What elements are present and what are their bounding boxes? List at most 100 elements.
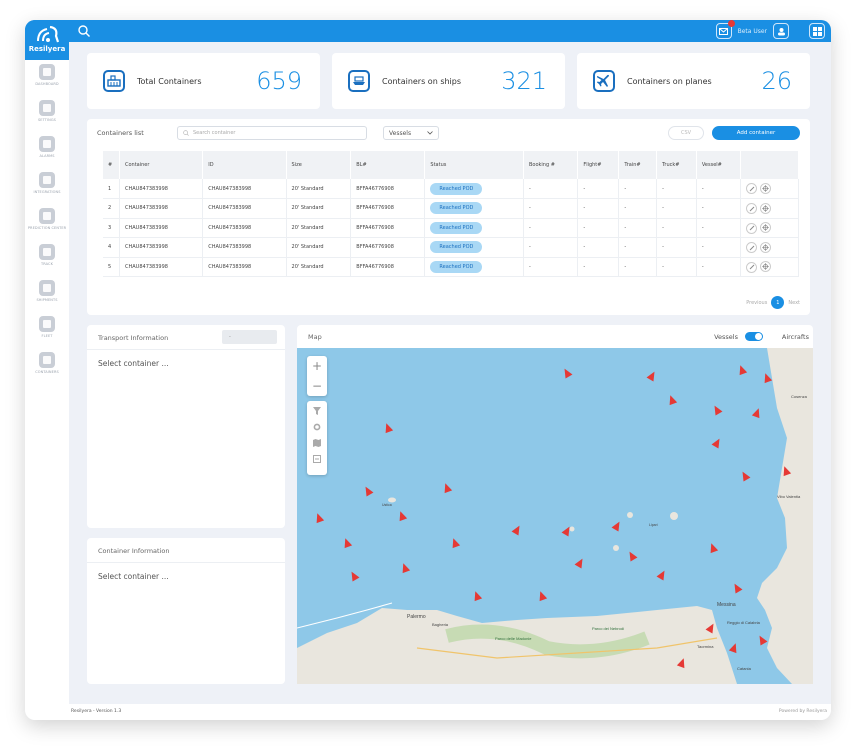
messages-button[interactable] <box>715 20 735 39</box>
chevron-down-icon <box>427 131 433 135</box>
map-tools <box>307 401 327 475</box>
island <box>627 512 633 518</box>
place-label: Lipari <box>649 523 658 527</box>
previous-link[interactable]: Previous <box>746 300 767 306</box>
table-cell: - <box>696 179 742 199</box>
search-icon[interactable] <box>77 24 91 38</box>
column-header[interactable]: Container <box>119 151 204 179</box>
add-container-button[interactable]: Add container <box>712 126 800 140</box>
table-cell: CHAU847383998 <box>119 179 204 199</box>
edit-icon[interactable] <box>746 203 758 214</box>
shipments-icon <box>39 280 55 296</box>
footer: Resilyera - Version 1.3 Powered by Resil… <box>69 704 831 720</box>
place-label: Cosenza <box>791 394 808 399</box>
table-cell: - <box>618 257 658 277</box>
locate-icon[interactable] <box>760 182 772 194</box>
sidebar-item-settings[interactable]: SETTINGS <box>25 96 69 132</box>
table-cell: - <box>656 257 697 277</box>
stat-value: 321 <box>501 67 547 95</box>
stat-value: 26 <box>761 67 792 95</box>
edit-icon[interactable] <box>746 261 758 273</box>
zoom-controls: + − <box>307 356 327 396</box>
table-cell: 20' Standard <box>286 198 352 219</box>
table-cell: - <box>523 198 579 219</box>
table-cell: - <box>696 257 742 277</box>
edit-icon[interactable] <box>746 242 758 253</box>
container-info-title: Container Information <box>98 547 170 555</box>
map-layers-icon[interactable] <box>313 439 321 447</box>
brand-name: Resilyera <box>28 45 66 53</box>
sidebar-item-fleet[interactable]: FLEET <box>25 312 69 348</box>
table-cell: - <box>523 218 579 238</box>
logo-icon <box>37 25 60 43</box>
table-cell: BFFA46776908 <box>350 257 426 277</box>
edit-icon[interactable] <box>746 183 758 195</box>
sidebar-item-containers[interactable]: CONTAINERS <box>25 348 69 384</box>
island <box>613 545 619 551</box>
sidebar-item-track[interactable]: TRACK <box>25 240 69 276</box>
column-header[interactable]: BL# <box>350 151 426 179</box>
map-view[interactable]: Palermo Bagheria Messina Reggio di Calab… <box>297 348 813 684</box>
transport-select[interactable]: - <box>222 330 277 344</box>
island <box>569 526 575 532</box>
app-logo[interactable]: Resilyera <box>25 20 69 60</box>
sidebar-item-integrations[interactable]: INTEGRATIONS <box>25 168 69 204</box>
user-button[interactable] <box>773 23 789 39</box>
locate-icon[interactable] <box>760 241 772 253</box>
sidebar-item-label: SHIPMENTS <box>36 298 58 302</box>
pagination: Previous 1 Next <box>746 296 800 309</box>
dashboard-icon <box>39 64 55 80</box>
next-link[interactable]: Next <box>788 300 800 306</box>
table-row[interactable]: 3 CHAU847383998 CHAU847383998 20' Standard B… <box>103 218 799 238</box>
table-row[interactable]: 4 CHAU847383998 CHAU847383998 20' Standard B… <box>103 237 799 258</box>
stat-value: 659 <box>256 67 302 95</box>
gear-icon[interactable] <box>313 423 321 431</box>
containers-stat-icon <box>103 70 125 92</box>
user-name[interactable]: Beta User <box>738 28 767 35</box>
sidebar-item-prediction-center[interactable]: PREDICTION CENTER <box>25 204 69 240</box>
table-cell: 1 <box>103 179 120 199</box>
zoom-out-button[interactable]: − <box>307 376 327 396</box>
apps-button[interactable] <box>809 23 825 39</box>
filter-icon[interactable] <box>313 407 321 415</box>
csv-button[interactable]: CSV <box>668 126 704 140</box>
column-header[interactable]: Truck# <box>656 151 697 179</box>
locate-icon[interactable] <box>760 202 772 214</box>
sidebar-item-label: SETTINGS <box>37 118 57 122</box>
table-cell: CHAU847383998 <box>202 237 287 258</box>
table-row[interactable]: 1 CHAU847383998 CHAU847383998 20' Standard B… <box>103 179 799 199</box>
sidebar-item-shipments[interactable]: SHIPMENTS <box>25 276 69 312</box>
locate-icon[interactable] <box>760 261 772 272</box>
stat-card-ships: Containers on ships 321 <box>332 53 565 109</box>
table-cell: BFFA46776908 <box>350 179 426 199</box>
transport-info-title: Transport Information <box>98 334 169 342</box>
column-header[interactable]: Status <box>424 151 524 179</box>
column-header[interactable]: Vessel# <box>696 151 742 179</box>
column-header[interactable]: # <box>103 151 120 179</box>
map-canvas[interactable]: Palermo Bagheria Messina Reggio di Calab… <box>297 348 813 684</box>
status-cell: Reached POD <box>424 257 524 277</box>
table-cell: - <box>577 198 620 219</box>
column-header[interactable]: ID <box>202 151 287 179</box>
search-input[interactable]: Search container <box>177 126 367 140</box>
vessel-filter-select[interactable]: Vessels <box>383 126 439 140</box>
column-header[interactable]: Size <box>286 151 352 179</box>
sidebar-item-dashboard[interactable]: DASHBOARD <box>25 60 69 96</box>
zoom-in-button[interactable]: + <box>307 356 327 376</box>
vessels-aircrafts-toggle[interactable] <box>745 332 763 341</box>
locate-icon[interactable] <box>760 222 772 233</box>
export-icon[interactable] <box>313 455 321 463</box>
containers-icon <box>39 352 55 368</box>
status-badge: Reached POD <box>430 182 483 195</box>
column-header[interactable]: Flight# <box>577 151 620 179</box>
sidebar-item-alarms[interactable]: ALARMS <box>25 132 69 168</box>
page-1-button[interactable]: 1 <box>771 296 785 309</box>
edit-icon[interactable] <box>746 222 758 234</box>
table-cell: BFFA46776908 <box>350 237 426 258</box>
actions-cell <box>740 218 799 238</box>
status-cell: Reached POD <box>424 179 524 199</box>
table-row[interactable]: 2 CHAU847383998 CHAU847383998 20' Standard B… <box>103 198 799 219</box>
table-row[interactable]: 5 CHAU847383998 CHAU847383998 20' Standard B… <box>103 257 799 277</box>
column-header[interactable]: Booking # <box>523 151 579 179</box>
column-header[interactable]: Train# <box>618 151 658 179</box>
